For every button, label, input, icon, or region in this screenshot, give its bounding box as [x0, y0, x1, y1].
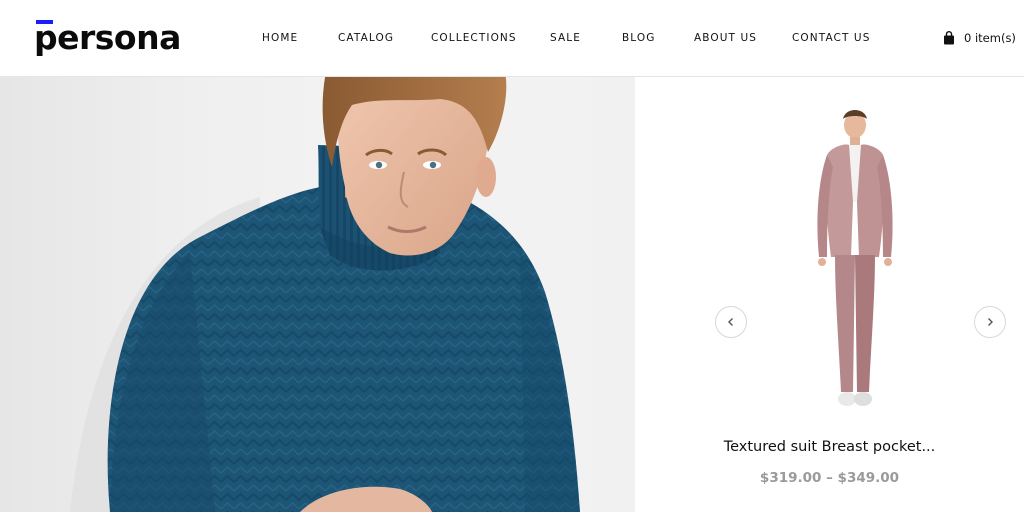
nav-item-contact-us[interactable]: CONTACT US [792, 31, 870, 45]
shopping-bag-icon [943, 31, 955, 45]
nav-item-collections[interactable]: COLLECTIONS [431, 31, 517, 45]
cart-link[interactable]: 0 item(s) [943, 29, 1016, 47]
hero-model-image [70, 77, 580, 512]
product-carousel: Textured suit Breast pocket... $319.00 –… [635, 77, 1024, 512]
carousel-next-button[interactable] [974, 306, 1006, 338]
nav-item-blog[interactable]: BLOG [622, 31, 655, 45]
brand-logo[interactable]: persona [34, 18, 181, 62]
product-title[interactable]: Textured suit Breast pocket... [635, 439, 1024, 455]
nav-item-about-us[interactable]: ABOUT US [694, 31, 757, 45]
cart-count-label: 0 item(s) [964, 31, 1016, 45]
nav-item-sale[interactable]: SALE [550, 31, 581, 45]
hero-banner[interactable] [0, 77, 635, 512]
nav-item-home[interactable]: HOME [262, 31, 298, 45]
nav-item-catalog[interactable]: CATALOG [338, 31, 394, 45]
product-price: $319.00 – $349.00 [759, 470, 900, 486]
product-image[interactable] [805, 107, 905, 422]
carousel-prev-button[interactable] [715, 306, 747, 338]
chevron-right-icon [988, 318, 993, 326]
site-header: persona HOME CATALOG COLLECTIONS SALE BL… [0, 0, 1024, 77]
chevron-left-icon [728, 318, 733, 326]
